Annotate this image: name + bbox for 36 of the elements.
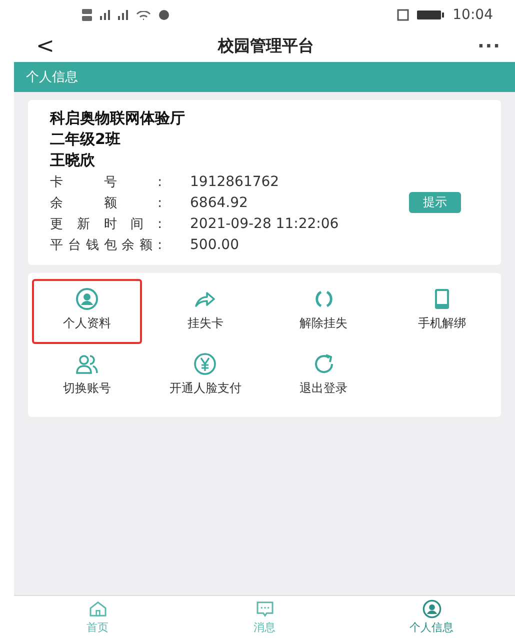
tab-item[interactable]: 个人信息 xyxy=(348,596,515,638)
action-item[interactable]: 挂失卡 xyxy=(150,279,260,344)
wifi-icon xyxy=(136,10,151,20)
yen-icon xyxy=(193,352,218,376)
signal-icon xyxy=(100,10,110,20)
home-icon xyxy=(88,599,108,619)
action-item[interactable]: 手机解绑 xyxy=(386,279,497,344)
field-label: 卡号: xyxy=(50,174,162,190)
field-value: 6864.92 xyxy=(190,194,249,210)
action-item[interactable]: 解除挂失 xyxy=(268,279,379,344)
field-value: 2021-09-28 11:22:06 xyxy=(190,216,340,232)
users-icon xyxy=(75,352,100,376)
school-name: 科启奥物联网体验厅 xyxy=(50,108,186,129)
action-item[interactable]: 个人资料 xyxy=(32,279,142,344)
circle-icon xyxy=(159,10,169,20)
sim-icon xyxy=(82,9,92,21)
section-title: 个人信息 xyxy=(26,69,78,86)
action-item[interactable]: 切换账号 xyxy=(32,344,142,409)
page-title: 校园管理平台 xyxy=(218,36,314,56)
field-value: 1912861762 xyxy=(190,174,280,190)
more-button[interactable]: ··· xyxy=(477,36,501,56)
back-button[interactable]: < xyxy=(36,34,54,58)
field-label: 平台钱包余额: xyxy=(50,236,162,254)
action-item[interactable]: 退出登录 xyxy=(268,344,379,409)
action-item[interactable]: 开通人脸支付 xyxy=(150,344,260,409)
class-name: 二年级2班 xyxy=(50,129,122,150)
field-label: 余额: xyxy=(50,194,162,212)
field-label: 更新时间: xyxy=(50,216,162,232)
field-value: 500.00 xyxy=(190,236,240,252)
chat-icon xyxy=(254,599,274,619)
clock-time: 10:04 xyxy=(452,7,493,23)
battery-icon xyxy=(416,10,445,20)
user-icon xyxy=(75,287,100,311)
student-name: 王晓欣 xyxy=(50,150,96,171)
signal-icon xyxy=(118,10,128,20)
user-icon xyxy=(422,599,442,619)
